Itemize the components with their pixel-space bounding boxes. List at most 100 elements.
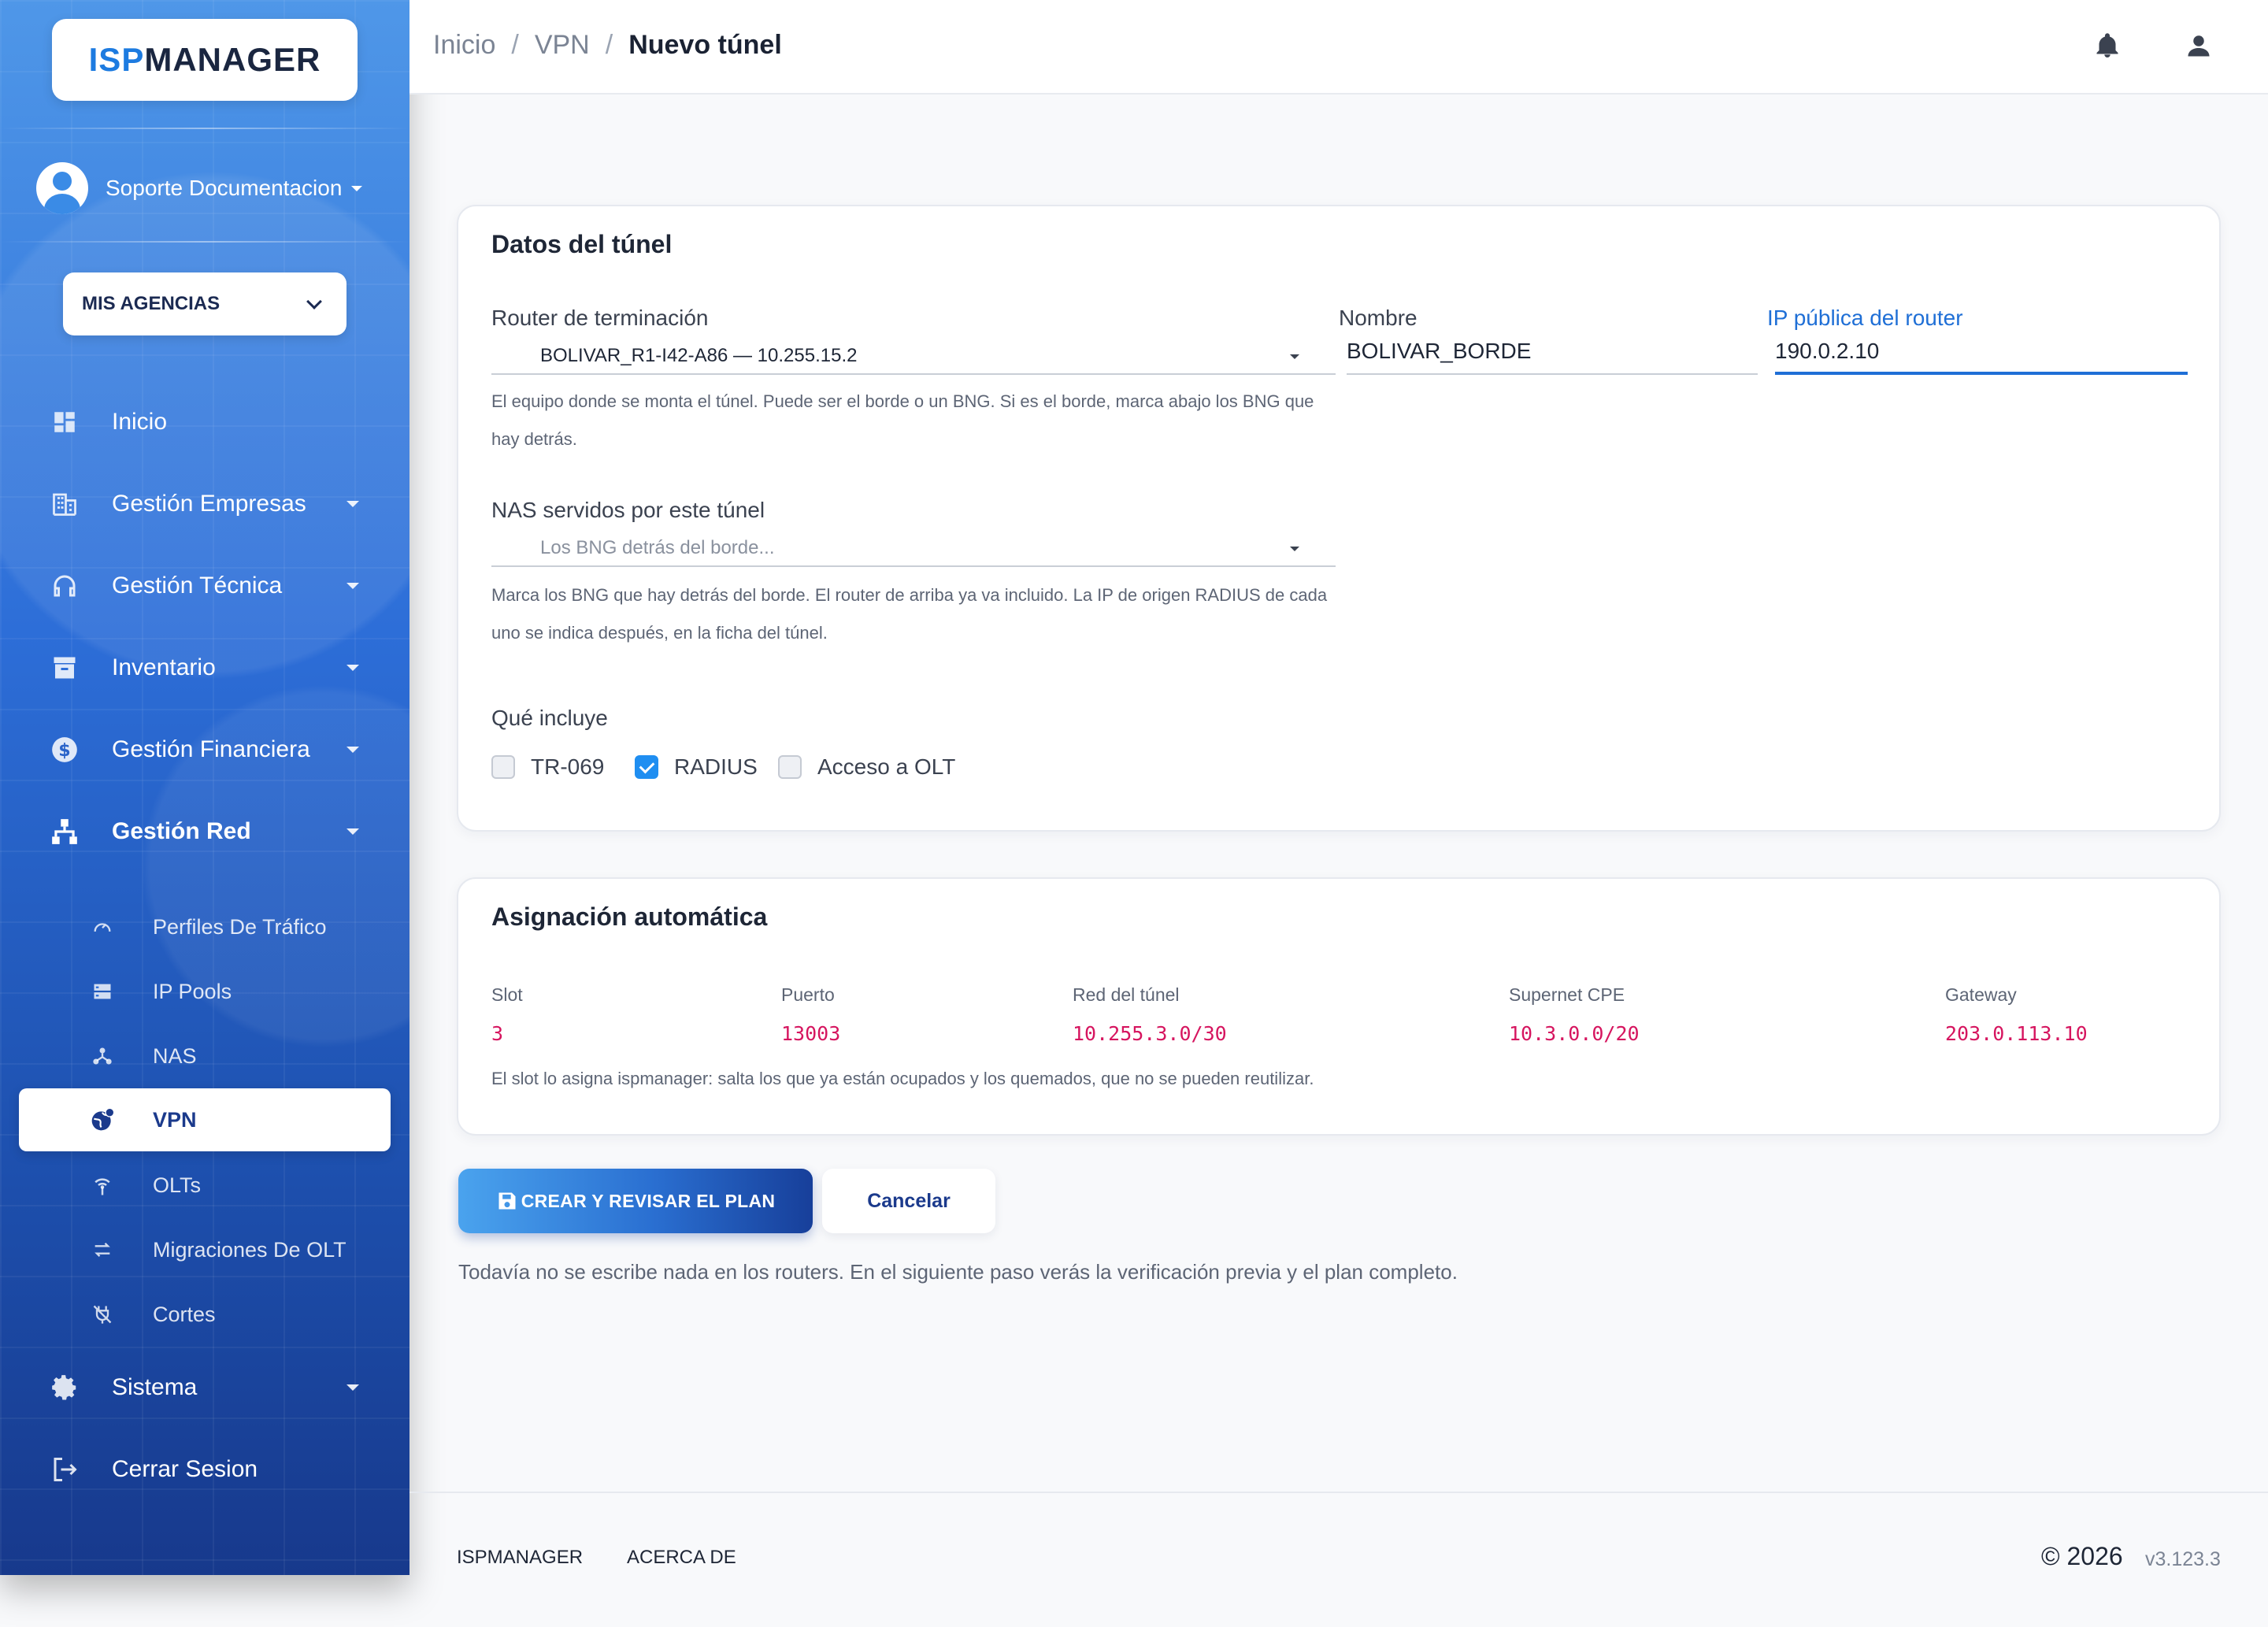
sidebar-divider [0,241,410,243]
caret-down-icon [346,583,359,589]
avatar [36,162,88,214]
sidebar-item-label: Cerrar Sesion [112,1456,258,1482]
speedometer-icon [90,914,115,940]
sidebar-item-label: Inicio [112,409,168,435]
sidebar-item-gestion-red[interactable]: Gestión Red [0,800,410,863]
sidebar-item-label: Gestión Red [112,818,251,844]
caret-down-icon [346,747,359,753]
info-note: Todavía no se escribe nada en los router… [458,1260,1458,1284]
name-field[interactable]: BOLIVAR_BORDE [1347,337,1758,375]
agency-select-label: MIS AGENCIAS [82,293,220,314]
sidebar-item-inicio[interactable]: Inicio [0,391,410,454]
sidebar-subitem-ip-pools[interactable]: IP Pools [0,964,410,1019]
nas-select[interactable]: Los BNG detrás del borde... [491,529,1336,567]
checkbox-box-checked[interactable] [635,755,658,779]
sidebar-subitem-vpn[interactable]: VPN [19,1088,391,1151]
caret-down-icon [1290,547,1299,551]
sidebar-subitem-label: OLTs [153,1173,202,1197]
breadcrumb-home[interactable]: Inicio [433,30,495,61]
sidebar-subitem-migraciones[interactable]: Migraciones De OLT [0,1222,410,1277]
sidebar-item-inventario[interactable]: Inventario [0,636,410,699]
app-logo[interactable]: ISPMANAGER [52,19,358,101]
sidebar-divider [0,128,410,129]
server-icon [90,979,115,1004]
card-title: Datos del túnel [491,230,673,258]
breadcrumb-separator: / [511,30,519,60]
sidebar-item-label: Inventario [112,654,216,680]
public-ip-field[interactable]: 190.0.2.10 [1775,337,2188,375]
sidebar-item-sistema[interactable]: Sistema [0,1356,410,1419]
router-help: El equipo donde se monta el túnel. Puede… [491,383,1342,458]
sidebar-subitem-label: IP Pools [153,979,232,1003]
name-field-value: BOLIVAR_BORDE [1347,339,1532,363]
router-help-line: El equipo donde se monta el túnel. Puede… [491,391,1314,411]
dashboard-icon [49,406,80,438]
caret-down-icon [346,501,359,507]
plug-off-icon [90,1302,115,1327]
footer-copyright: © 2026 [2041,1542,2123,1570]
sidebar-subitem-nas[interactable]: NAS [0,1028,410,1084]
slot-label: Slot [491,984,523,1005]
nas-help-line: Marca los BNG que hay detrás del borde. … [491,585,1328,605]
sidebar-item-label: Gestión Técnica [112,573,283,599]
breadcrumb: Inicio / VPN / Nuevo túnel [433,30,782,61]
top-bar: Inicio / VPN / Nuevo túnel [410,0,2268,95]
supernet-label: Supernet CPE [1509,984,1625,1005]
caret-down-icon [346,828,359,835]
sidebar-subitem-olts[interactable]: OLTs [0,1158,410,1213]
router-help-line: hay detrás. [491,429,577,449]
checkbox-label: Acceso a OLT [817,754,956,779]
save-icon [496,1190,518,1212]
public-ip-field-value: 190.0.2.10 [1775,339,1880,363]
sidebar-item-gestion-tecnica[interactable]: Gestión Técnica [0,554,410,617]
router-label: Router de terminación [491,306,709,330]
name-label: Nombre [1339,306,1418,330]
sidebar-subitem-perfiles[interactable]: Perfiles De Tráfico [0,899,410,954]
logo-part-manager: MANAGER [144,41,321,78]
footer-link-about[interactable]: ACERCA DE [627,1547,736,1569]
sidebar-subitem-label: Perfiles De Tráfico [153,914,327,939]
cancel-button[interactable]: Cancelar [822,1169,995,1233]
sidebar-item-label: Sistema [112,1374,198,1400]
checkbox-box[interactable] [778,755,802,779]
footer-link-ispmanager[interactable]: ISPMANAGER [457,1547,583,1569]
supernet-value: 10.3.0.0/20 [1509,1022,1640,1045]
hub-icon [90,1043,115,1069]
agency-select[interactable]: MIS AGENCIAS [63,272,346,335]
checkbox-olt-access[interactable]: Acceso a OLT [778,754,955,780]
sidebar-item-cerrar-sesion[interactable]: Cerrar Sesion [0,1438,410,1501]
archive-icon [49,652,80,684]
tunnel-network-label: Red del túnel [1073,984,1180,1005]
page-title: Nuevo túnel [628,30,782,60]
checkbox-radius[interactable]: RADIUS [635,754,758,780]
nas-help: Marca los BNG que hay detrás del borde. … [491,576,1342,652]
bell-icon[interactable] [2093,32,2125,63]
checkbox-tr069[interactable]: TR-069 [491,754,604,780]
caret-down-icon [1290,354,1299,359]
user-menu[interactable]: Soporte Documentacion [36,162,362,214]
footer-divider [410,1492,2268,1493]
user-name: Soporte Documentacion [106,176,343,200]
router-select[interactable]: BOLIVAR_R1-I42-A86 — 10.255.15.2 [491,337,1336,375]
breadcrumb-vpn[interactable]: VPN [535,30,590,61]
port-label: Puerto [781,984,835,1005]
user-icon[interactable] [2185,32,2216,63]
breadcrumb-separator: / [605,30,613,60]
vpn-globe-icon [90,1107,115,1132]
antenna-icon [90,1173,115,1198]
sidebar-item-gestion-financiera[interactable]: $ Gestión Financiera [0,718,410,781]
slot-value: 3 [491,1022,504,1045]
create-and-review-button[interactable]: CREAR Y REVISAR EL PLAN [458,1169,813,1233]
sidebar-item-gestion-empresas[interactable]: Gestión Empresas [0,473,410,536]
nas-select-placeholder: Los BNG detrás del borde... [540,537,775,558]
swap-icon [90,1237,115,1262]
svg-text:$: $ [58,740,70,761]
sidebar-subitem-label: Cortes [153,1302,216,1326]
sidebar-subitem-cortes[interactable]: Cortes [0,1287,410,1342]
network-icon [49,816,80,847]
logout-icon [49,1454,80,1485]
tunnel-network-value: 10.255.3.0/30 [1073,1022,1227,1045]
sidebar: ISPMANAGER Soporte Documentacion MIS AGE… [0,0,410,1575]
checkbox-box[interactable] [491,755,515,779]
sidebar-item-label: Gestión Financiera [112,736,310,762]
